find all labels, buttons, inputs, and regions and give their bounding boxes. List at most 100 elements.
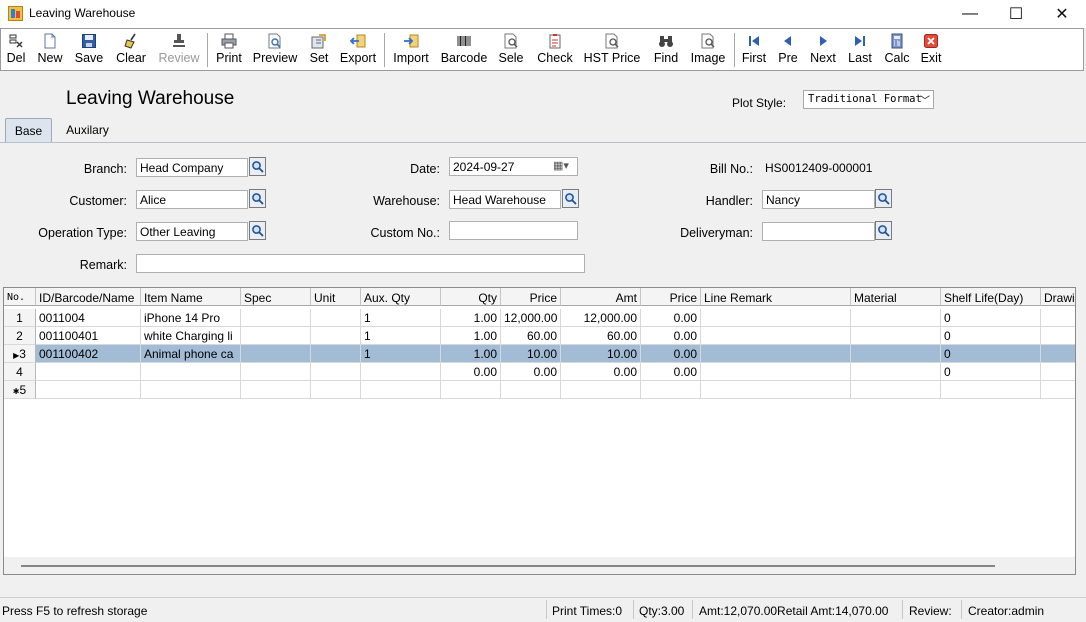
check-button[interactable]: Check <box>534 30 576 70</box>
column-header-drawing[interactable]: Drawi <box>1041 288 1075 306</box>
column-header-line-remark[interactable]: Line Remark <box>701 288 851 306</box>
column-header-unit[interactable]: Unit <box>311 288 361 306</box>
calc-button[interactable]: Calc <box>882 30 912 70</box>
price-2-cell[interactable]: 0.00 <box>641 345 701 363</box>
qty-cell[interactable]: 0.00 <box>441 363 501 381</box>
price-2-cell[interactable]: 0.00 <box>641 363 701 381</box>
id-cell[interactable]: 001100402 <box>36 345 141 363</box>
remark-field[interactable] <box>136 254 585 273</box>
table-row[interactable]: ✱5 <box>4 381 1075 399</box>
column-header-material[interactable]: Material <box>851 288 941 306</box>
line-remark-cell[interactable] <box>701 381 851 399</box>
material-cell[interactable] <box>851 309 941 327</box>
drawing-cell[interactable] <box>1041 345 1075 363</box>
spec-cell[interactable] <box>241 345 311 363</box>
first-button[interactable]: First <box>739 30 769 70</box>
aux-qty-cell[interactable] <box>361 381 441 399</box>
save-button[interactable]: Save <box>74 30 104 70</box>
column-header-no[interactable]: No. <box>4 288 36 306</box>
last-button[interactable]: Last <box>845 30 875 70</box>
material-cell[interactable] <box>851 345 941 363</box>
price-cell[interactable]: 0.00 <box>501 363 561 381</box>
line-remark-cell[interactable] <box>701 309 851 327</box>
unit-cell[interactable] <box>311 327 361 345</box>
drawing-cell[interactable] <box>1041 381 1075 399</box>
plot-style-select[interactable]: Traditional Format ﹀ <box>803 90 934 109</box>
image-button[interactable]: Image <box>687 30 729 70</box>
column-header-price-2[interactable]: Price <box>641 288 701 306</box>
barcode-button[interactable]: Barcode <box>438 30 490 70</box>
qty-cell[interactable] <box>441 381 501 399</box>
shelf-life-cell[interactable]: 0 <box>941 345 1041 363</box>
tab-base[interactable]: Base <box>5 118 52 143</box>
tab-auxiliary[interactable]: Auxilary <box>60 118 115 143</box>
items-grid[interactable]: No. ID/Barcode/Name Item Name Spec Unit … <box>3 287 1076 575</box>
spec-cell[interactable] <box>241 363 311 381</box>
line-remark-cell[interactable] <box>701 327 851 345</box>
drawing-cell[interactable] <box>1041 327 1075 345</box>
pre-button[interactable]: Pre <box>775 30 801 70</box>
table-row[interactable]: 1 0011004 iPhone 14 Pro 1 1.00 12,000.00 12,00… <box>4 309 1075 327</box>
del-button[interactable]: Del <box>3 30 29 70</box>
preview-button[interactable]: Preview <box>252 30 298 70</box>
price-cell[interactable]: 12,000.00 <box>501 309 561 327</box>
column-header-amt[interactable]: Amt <box>561 288 641 306</box>
aux-qty-cell[interactable]: 1 <box>361 309 441 327</box>
import-button[interactable]: Import <box>390 30 432 70</box>
unit-cell[interactable] <box>311 381 361 399</box>
id-cell[interactable] <box>36 363 141 381</box>
warehouse-lookup-button[interactable] <box>562 189 579 208</box>
find-button[interactable]: Find <box>649 30 683 70</box>
horizontal-scrollbar-thumb[interactable] <box>21 565 995 567</box>
maximize-button[interactable]: ☐ <box>993 0 1039 28</box>
unit-cell[interactable] <box>311 363 361 381</box>
next-button[interactable]: Next <box>808 30 838 70</box>
date-field[interactable]: 2024-09-27 ▦▾ <box>449 157 578 176</box>
aux-qty-cell[interactable]: 1 <box>361 345 441 363</box>
row-number-cell[interactable]: ▶3 <box>4 345 36 363</box>
row-number-cell[interactable]: 2 <box>4 327 36 345</box>
print-button[interactable]: Print <box>213 30 245 70</box>
unit-cell[interactable] <box>311 345 361 363</box>
column-header-aux-qty[interactable]: Aux. Qty <box>361 288 441 306</box>
amt-cell[interactable] <box>561 381 641 399</box>
amt-cell[interactable]: 10.00 <box>561 345 641 363</box>
aux-qty-cell[interactable]: 1 <box>361 327 441 345</box>
review-button[interactable]: Review <box>157 30 201 70</box>
spec-cell[interactable] <box>241 309 311 327</box>
item-name-cell[interactable]: Animal phone ca <box>141 345 241 363</box>
price-cell[interactable]: 60.00 <box>501 327 561 345</box>
shelf-life-cell[interactable]: 0 <box>941 327 1041 345</box>
branch-lookup-button[interactable] <box>249 157 266 176</box>
line-remark-cell[interactable] <box>701 363 851 381</box>
customer-lookup-button[interactable] <box>249 189 266 208</box>
qty-cell[interactable]: 1.00 <box>441 309 501 327</box>
column-header-spec[interactable]: Spec <box>241 288 311 306</box>
deliveryman-lookup-button[interactable] <box>875 221 892 240</box>
drawing-cell[interactable] <box>1041 363 1075 381</box>
minimize-button[interactable]: — <box>947 0 993 28</box>
spec-cell[interactable] <box>241 327 311 345</box>
price-cell[interactable] <box>501 381 561 399</box>
line-remark-cell[interactable] <box>701 345 851 363</box>
new-button[interactable]: New <box>35 30 65 70</box>
shelf-life-cell[interactable] <box>941 381 1041 399</box>
clear-button[interactable]: Clear <box>114 30 148 70</box>
item-name-cell[interactable]: iPhone 14 Pro <box>141 309 241 327</box>
item-name-cell[interactable]: white Charging li <box>141 327 241 345</box>
id-cell[interactable]: 001100401 <box>36 327 141 345</box>
qty-cell[interactable]: 1.00 <box>441 345 501 363</box>
custom-no-field[interactable] <box>449 221 578 240</box>
material-cell[interactable] <box>851 363 941 381</box>
export-button[interactable]: Export <box>338 30 378 70</box>
price-2-cell[interactable]: 0.00 <box>641 309 701 327</box>
drawing-cell[interactable] <box>1041 309 1075 327</box>
close-window-button[interactable]: ✕ <box>1039 0 1085 28</box>
amt-cell[interactable]: 0.00 <box>561 363 641 381</box>
id-cell[interactable] <box>36 381 141 399</box>
handler-lookup-button[interactable] <box>875 189 892 208</box>
warehouse-field[interactable]: Head Warehouse <box>449 190 561 209</box>
price-2-cell[interactable]: 0.00 <box>641 327 701 345</box>
price-2-cell[interactable] <box>641 381 701 399</box>
exit-button[interactable]: Exit <box>917 30 945 70</box>
